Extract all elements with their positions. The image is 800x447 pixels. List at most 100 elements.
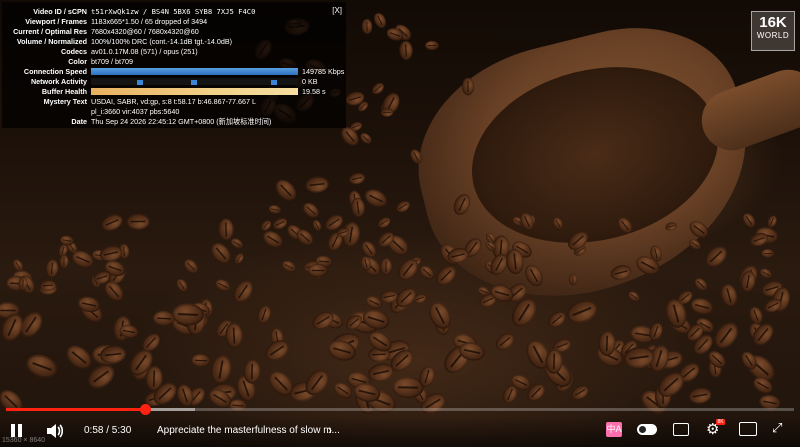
buffer-health-bar (91, 88, 298, 95)
watermark-big-text: 16K (759, 14, 787, 31)
coffee-bean (371, 11, 389, 31)
time-display: 0:58 / 5:30 (84, 425, 132, 436)
coffee-bean (174, 276, 190, 294)
stats-label: Video ID / sCPN (33, 7, 87, 16)
coffee-bean (242, 359, 261, 384)
coffee-bean (380, 108, 394, 118)
theater-mode-icon[interactable] (739, 422, 757, 436)
stats-value: 7680x4320@60 / 7680x4320@60 (91, 27, 199, 36)
coffee-bean (280, 258, 298, 275)
stats-row-resolution: Current / Optimal Res 7680x4320@60 / 768… (2, 27, 346, 37)
coffee-bean (229, 277, 257, 307)
coffee-bean (688, 295, 715, 318)
stats-value: av01.0.17M.08 (571) / opus (251) (91, 47, 198, 56)
seek-bar[interactable] (6, 404, 794, 415)
stats-value: pl_i:3660 vir:4037 pbs:5640 (91, 107, 180, 116)
stats-value: 100%/100% DRC (cont.-14.1dB tgt.-14.0dB) (91, 37, 233, 46)
stats-row-mystery-text: Mystery Text USDAI, SABR, vd:gp, s:8 t:5… (2, 97, 346, 107)
stats-value: bt709 / bt709 (91, 57, 133, 66)
stats-row-color: Color bt709 / bt709 (2, 57, 346, 67)
coffee-bean (687, 386, 713, 406)
stats-value: 0 KB (302, 77, 318, 86)
coffee-bean (224, 321, 244, 349)
volume-icon (47, 424, 64, 438)
volume-button[interactable] (45, 422, 65, 440)
coffee-bean (206, 239, 235, 268)
coffee-bean (348, 170, 367, 186)
coffee-bean (370, 80, 387, 97)
stats-label: Buffer Health (41, 87, 87, 96)
coffee-bean (362, 185, 391, 211)
coffee-bean (701, 242, 731, 272)
channel-watermark-logo[interactable]: 16K WORLD (751, 11, 795, 51)
coffee-bean (232, 251, 245, 266)
coffee-bean (271, 175, 300, 205)
coffee-bean (545, 308, 569, 331)
connection-speed-bar (91, 68, 298, 75)
coffee-bean (398, 40, 413, 61)
coffee-bean (304, 174, 331, 194)
stats-label: Mystery Text (43, 97, 87, 106)
stats-label: Viewport / Frames (25, 17, 87, 26)
fullscreen-icon[interactable]: ⤢ (772, 420, 782, 436)
stats-row-mystery-text-2: pl_i:3660 vir:4037 pbs:5640 (2, 107, 346, 117)
stats-value: Thu Sep 24 2026 22:45:12 GMT+0800 (新加坡标准… (91, 117, 272, 126)
coffee-bean (358, 131, 374, 147)
coffee-bean (394, 198, 413, 215)
player-controls: 0:58 / 5:30 Appreciate the masterfulness… (0, 416, 800, 447)
stats-label: Network Activity (30, 77, 87, 86)
stats-label: Color (68, 57, 87, 66)
stats-value: t51rXwQk1zw / BS4N 5BX6 SYB8 7XJ5 F4C0 (91, 7, 256, 16)
coffee-bean (61, 341, 97, 375)
stats-label: Current / Optimal Res (13, 27, 87, 36)
toggle-knob (639, 426, 646, 433)
chevron-right-icon[interactable]: › (328, 423, 332, 437)
coffee-bean (761, 248, 775, 259)
scrubber-handle[interactable] (139, 404, 151, 415)
coffee-bean (58, 254, 69, 269)
stats-label: Date (71, 117, 87, 126)
stats-row-date: Date Thu Sep 24 2026 22:45:12 GMT+0800 (… (2, 117, 346, 127)
played-progress (6, 408, 145, 411)
stats-row-viewport: Viewport / Frames 1183x665*1.50 / 65 dro… (2, 17, 346, 27)
stats-row-network-activity: Network Activity 0 KB (2, 77, 346, 87)
coffee-bean (361, 19, 373, 35)
stats-value: 149785 Kbps (302, 67, 345, 76)
stats-value: USDAI, SABR, vd:gp, s:8 t:58.17 b:46.867… (91, 97, 257, 106)
stats-for-nerds-panel: [X] Video ID / sCPN t51rXwQk1zw / BS4N 5… (2, 2, 346, 128)
coffee-bean (22, 350, 61, 382)
coffee-bean (492, 329, 518, 354)
coffee-bean (181, 256, 201, 276)
stats-label: Volume / Normalized (16, 37, 87, 46)
coffee-bean (758, 266, 775, 281)
coffee-bean (270, 216, 289, 232)
stats-label: Codecs (61, 47, 87, 56)
auto-translate-button[interactable]: 中A (606, 422, 622, 437)
coffee-bean (416, 262, 437, 282)
coffee-bean (740, 211, 758, 231)
coffee-bean (99, 211, 126, 235)
coffee-bean (350, 196, 367, 218)
coffee-bean (692, 275, 710, 293)
coffee-bean (563, 295, 601, 328)
coffee-bean (268, 203, 282, 215)
coffee-bean (626, 289, 642, 304)
quality-badge: 8K (716, 419, 725, 425)
coffee-bean (309, 307, 337, 333)
coffee-bean (228, 236, 245, 251)
coffee-bean (432, 261, 460, 289)
coffee-bean (213, 277, 233, 295)
coffee-bean (718, 281, 740, 309)
coffee-bean (126, 212, 151, 230)
video-title-chapter[interactable]: Appreciate the masterfulness of slow m..… (157, 425, 340, 436)
stats-value: 1183x665*1.50 / 65 dropped of 3494 (91, 17, 208, 26)
autoplay-toggle[interactable] (637, 424, 657, 435)
coffee-bean (709, 317, 743, 353)
stats-row-connection-speed: Connection Speed 149785 Kbps (2, 67, 346, 77)
coffee-bean (218, 217, 235, 241)
coffee-bean (424, 298, 456, 334)
coffee-bean (308, 263, 329, 278)
subtitles-icon[interactable] (673, 423, 689, 436)
watermark-small-text: WORLD (756, 31, 790, 40)
coffee-bean (208, 353, 234, 386)
